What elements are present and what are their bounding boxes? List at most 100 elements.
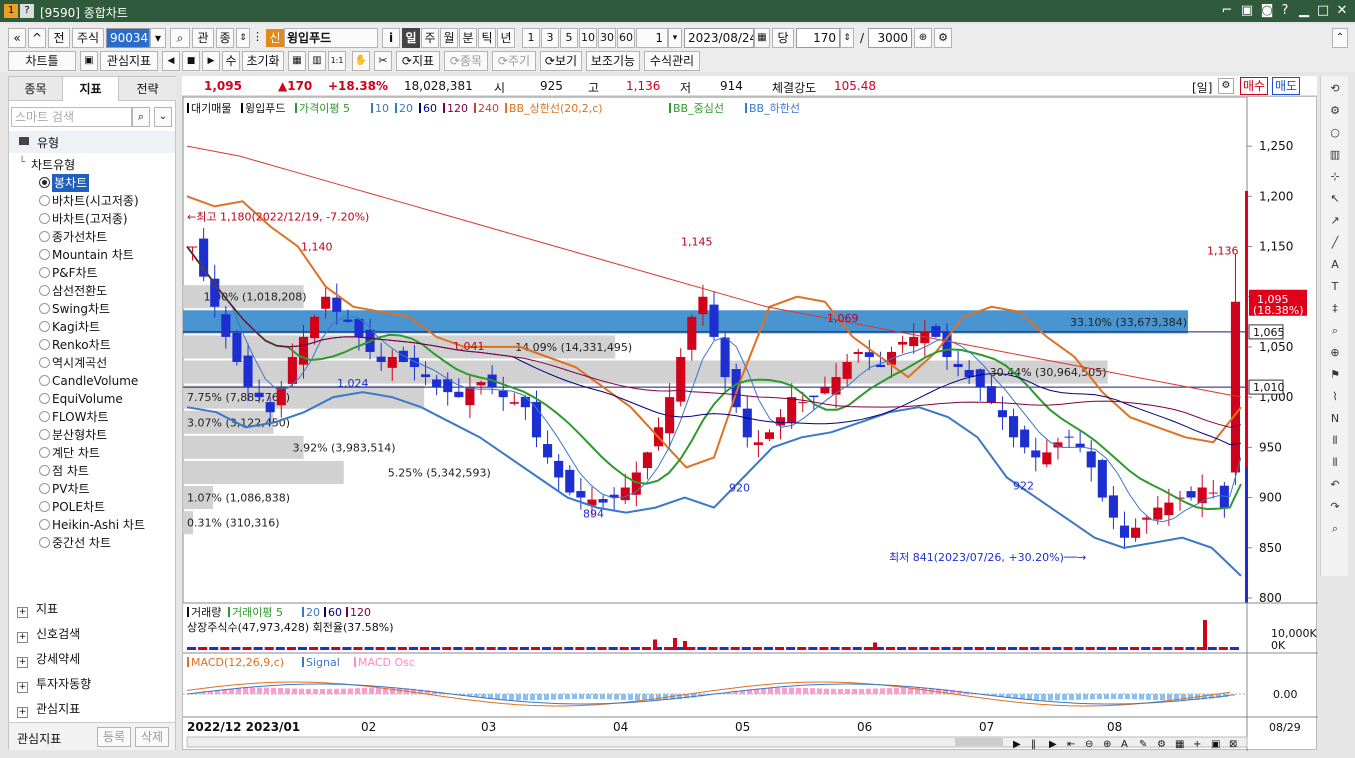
radio-icon[interactable] bbox=[39, 321, 50, 332]
channel-icon[interactable]: ⌇ bbox=[1328, 390, 1342, 404]
bottom-tool-icon[interactable]: ▶ bbox=[1013, 739, 1021, 750]
calendar-icon[interactable]: ▦ bbox=[754, 28, 770, 48]
bottom-tool-icon[interactable]: ‖ bbox=[1031, 739, 1036, 750]
undo-icon[interactable]: ⟲ bbox=[1328, 82, 1342, 96]
day-button[interactable]: 당 bbox=[772, 28, 794, 48]
view-button[interactable]: ⟳보기 bbox=[540, 51, 582, 71]
watch-button[interactable]: 관 bbox=[192, 28, 214, 48]
radio-icon[interactable] bbox=[39, 501, 50, 512]
period-button[interactable]: 분 bbox=[459, 28, 477, 48]
text-icon[interactable]: T bbox=[1328, 280, 1342, 294]
expand-plus-icon[interactable]: + bbox=[17, 657, 28, 668]
prev-button[interactable]: 전 bbox=[48, 28, 70, 48]
text-auto-icon[interactable]: A bbox=[1328, 258, 1342, 272]
grid-lines-icon[interactable]: ⦀ bbox=[1328, 434, 1342, 448]
minute-step-button[interactable]: 10 bbox=[579, 28, 597, 48]
chart-svg[interactable]: 대기매물 윙입푸드 가격이평 5 10 20 60 120 240 BB_상한선(20,2,c)… bbox=[182, 96, 1318, 751]
minute-step-button[interactable]: 30 bbox=[598, 28, 616, 48]
period-button[interactable]: 주 bbox=[421, 28, 439, 48]
chart-frame-button[interactable]: 차트틀 bbox=[8, 51, 76, 71]
pin-icon[interactable]: ⌐ bbox=[1218, 2, 1236, 20]
settings-icon[interactable]: ⚙ bbox=[934, 28, 952, 48]
zoom-search-icon[interactable]: ⌕ bbox=[1328, 324, 1342, 338]
su-button[interactable]: 수 bbox=[222, 51, 240, 71]
count-stepper-icon[interactable]: ⇕ bbox=[840, 28, 854, 48]
total-input[interactable]: 3000 bbox=[868, 28, 912, 48]
code-input[interactable]: 900340 bbox=[106, 28, 150, 48]
stop-icon[interactable]: ■ bbox=[182, 51, 200, 71]
period-button[interactable]: 년 bbox=[497, 28, 515, 48]
flag-icon[interactable]: ⚑ bbox=[1328, 368, 1342, 382]
chart-settings-icon[interactable]: ⚙ bbox=[1218, 78, 1234, 94]
close-icon[interactable]: ✕ bbox=[1333, 2, 1351, 20]
radio-icon[interactable] bbox=[39, 213, 50, 224]
bottom-tool-icon[interactable]: + bbox=[1193, 739, 1201, 750]
indicator-group[interactable]: + 관심지표 bbox=[17, 697, 80, 721]
search-icon[interactable]: ⌕ bbox=[170, 28, 190, 48]
bottom-tool-icon[interactable]: ▶ bbox=[1049, 739, 1057, 750]
arrow-up-right-icon[interactable]: ↗ bbox=[1328, 214, 1342, 228]
nav-first-button[interactable]: « bbox=[8, 28, 26, 48]
radio-icon[interactable] bbox=[39, 303, 50, 314]
step-value-select[interactable]: 1 bbox=[636, 28, 668, 48]
delete-button[interactable]: 삭제 bbox=[135, 727, 169, 747]
chart-area[interactable]: 대기매물 윙입푸드 가격이평 5 10 20 60 120 240 BB_상한선(20,2,c)… bbox=[182, 96, 1318, 751]
minute-step-button[interactable]: 60 bbox=[617, 28, 635, 48]
date-input[interactable]: 2023/08/24 bbox=[684, 28, 754, 48]
redo-draw-icon[interactable]: ↷ bbox=[1328, 500, 1342, 514]
one-one-icon[interactable]: 1:1 bbox=[328, 51, 346, 71]
zoom-icon[interactable]: ⊕ bbox=[914, 28, 932, 48]
collapse-icon[interactable]: ⌃ bbox=[1332, 28, 1348, 48]
indicator-group[interactable]: + 투자자동향 bbox=[17, 672, 91, 696]
indicator-button[interactable]: ⟳지표 bbox=[396, 51, 440, 71]
radio-icon[interactable] bbox=[39, 357, 50, 368]
radio-icon[interactable] bbox=[39, 519, 50, 530]
maximize-icon[interactable]: □ bbox=[1314, 2, 1332, 20]
aux-function-button[interactable]: 보조기능 bbox=[586, 51, 640, 71]
bottom-tool-icon[interactable]: ⊠ bbox=[1229, 739, 1237, 750]
subscribe-button[interactable]: 종 bbox=[216, 28, 234, 48]
bottom-tool-icon[interactable]: ⚙ bbox=[1157, 739, 1166, 750]
watch-indicator-button[interactable]: 관심지표 bbox=[100, 51, 158, 71]
radio-icon[interactable] bbox=[39, 231, 50, 242]
grid-lines2-icon[interactable]: ⦀ bbox=[1328, 456, 1342, 470]
arrow-up-left-icon[interactable]: ↖ bbox=[1328, 192, 1342, 206]
bottom-tool-icon[interactable]: ✎ bbox=[1139, 739, 1147, 750]
minute-step-button[interactable]: 1 bbox=[522, 28, 540, 48]
formula-manage-button[interactable]: 수식관리 bbox=[644, 51, 700, 71]
prev-arrow-icon[interactable]: ◀ bbox=[162, 51, 180, 71]
save-icon[interactable]: ▣ bbox=[1238, 2, 1256, 20]
period-button[interactable]: 틱 bbox=[478, 28, 496, 48]
period-button[interactable]: 월 bbox=[440, 28, 458, 48]
radio-icon[interactable] bbox=[39, 429, 50, 440]
bottom-tool-icon[interactable]: ⊕ bbox=[1103, 739, 1111, 750]
help-icon[interactable]: ? bbox=[1276, 2, 1294, 20]
radio-icon[interactable] bbox=[39, 465, 50, 476]
radio-icon[interactable] bbox=[39, 375, 50, 386]
circle-icon[interactable]: ○ bbox=[1328, 126, 1342, 140]
n-wave-icon[interactable]: N bbox=[1328, 412, 1342, 426]
info-button[interactable]: i bbox=[382, 28, 400, 48]
radio-icon[interactable] bbox=[39, 537, 50, 548]
sidebar-expand-icon[interactable]: ⌄ bbox=[154, 107, 172, 127]
tab-indicator[interactable]: 지표 bbox=[63, 77, 119, 101]
expand-plus-icon[interactable]: + bbox=[17, 707, 28, 718]
code-dropdown-icon[interactable]: ▾ bbox=[150, 28, 166, 48]
scissors-icon[interactable]: ✂ bbox=[374, 51, 392, 71]
stepper-icon[interactable]: ⇕ bbox=[236, 28, 250, 48]
radio-icon[interactable] bbox=[39, 411, 50, 422]
buy-button[interactable]: 매수 bbox=[1240, 77, 1268, 95]
step-dropdown-icon[interactable]: ▾ bbox=[668, 28, 682, 48]
indicator-group[interactable]: + 강세약세 bbox=[17, 647, 80, 671]
sidebar-search-icon[interactable]: ⌕ bbox=[132, 107, 150, 127]
bottom-tool-icon[interactable]: ⇤ bbox=[1067, 739, 1075, 750]
minute-step-button[interactable]: 5 bbox=[560, 28, 578, 48]
radio-icon[interactable] bbox=[39, 393, 50, 404]
count-input[interactable]: 170 bbox=[796, 28, 840, 48]
bottom-tool-icon[interactable]: ⊖ bbox=[1085, 739, 1093, 750]
market-select[interactable]: 주식 bbox=[72, 28, 104, 48]
radio-icon[interactable] bbox=[39, 249, 50, 260]
help-badge[interactable]: ? bbox=[20, 4, 34, 18]
period-button[interactable]: 일 bbox=[402, 28, 420, 48]
minute-step-button[interactable]: 3 bbox=[541, 28, 559, 48]
